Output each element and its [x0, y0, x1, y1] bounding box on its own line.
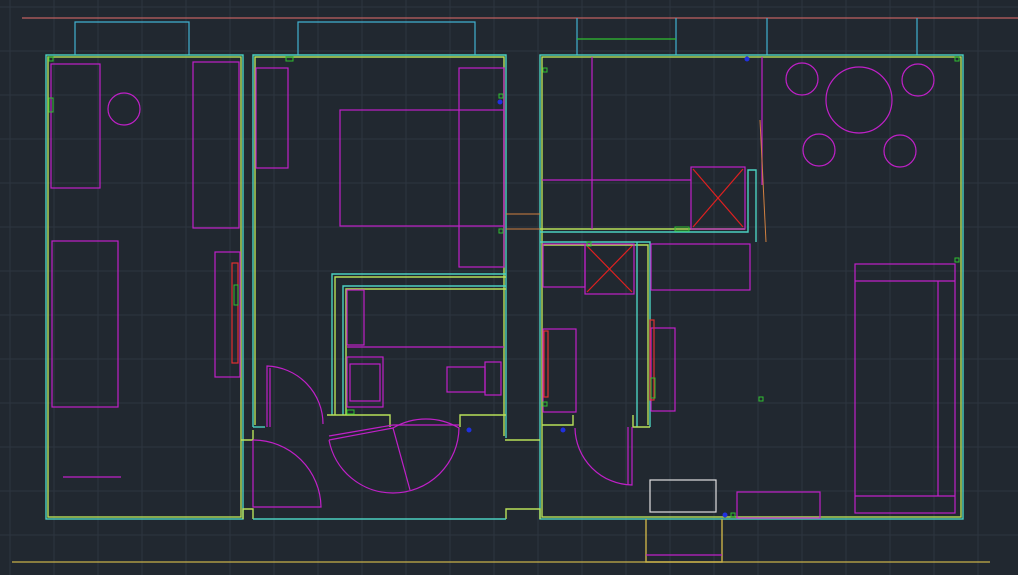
radiator-red-2 — [543, 330, 549, 398]
wall-kitchen — [540, 169, 757, 242]
wall-stub-3 — [542, 415, 574, 426]
cabinet-tall — [192, 61, 240, 229]
toilet-inner — [349, 363, 381, 402]
wall-right-block-inner — [541, 56, 962, 518]
duct-line-3 — [759, 119, 767, 243]
light-point-1 — [744, 56, 750, 62]
socket-11 — [233, 284, 239, 306]
cad-canvas[interactable] — [0, 0, 1018, 575]
sink-base — [446, 366, 486, 393]
wardrobe-left — [50, 63, 101, 189]
wall-bottom-link-3 — [242, 508, 254, 519]
radiator-red-1 — [231, 262, 239, 364]
door-room-1 — [252, 439, 322, 508]
wall-room-1 — [45, 54, 244, 520]
wardrobe-room-2 — [458, 67, 505, 268]
wall-bathroom-inner — [334, 276, 506, 415]
wall-bathroom-2 — [342, 285, 506, 415]
shelf-room-2 — [255, 67, 289, 169]
door-layer — [252, 365, 633, 508]
wall-corridor-inner — [542, 244, 649, 425]
double-bed — [339, 109, 505, 227]
dining-table — [825, 66, 893, 134]
door-room-2 — [266, 365, 324, 427]
sofa-outer — [854, 263, 956, 514]
tv-stand — [736, 491, 821, 519]
wall-stub-1 — [327, 414, 391, 427]
socket-13 — [346, 409, 355, 415]
window-layer — [74, 18, 918, 55]
light-point-5 — [722, 512, 728, 518]
closet-left — [542, 243, 586, 288]
furniture-layer — [50, 57, 956, 556]
guide-lines — [12, 17, 1018, 563]
wall-bathroom-2-inner — [345, 288, 506, 415]
wall-right-block — [539, 54, 964, 520]
double-door-hall — [328, 418, 460, 494]
socket-8 — [954, 257, 960, 263]
round-stool — [107, 92, 141, 126]
window-bay-1 — [74, 21, 190, 55]
wall-room-1-inner — [47, 56, 242, 518]
floor-plan-drawing[interactable] — [0, 0, 1018, 575]
light-point-2 — [497, 99, 503, 105]
bath-top-shelf — [346, 289, 365, 346]
chair-2 — [901, 63, 935, 97]
appliance-layer — [231, 168, 744, 401]
window-bay-2 — [297, 21, 476, 55]
grid-layer — [0, 0, 1018, 575]
door-corridor — [574, 427, 633, 486]
socket-5 — [498, 228, 504, 234]
socket-9 — [758, 396, 764, 402]
socket-6 — [542, 67, 548, 73]
light-point-4 — [560, 427, 566, 433]
chair-4 — [883, 134, 917, 168]
wall-bottom-link-4 — [505, 508, 541, 519]
light-point-3 — [466, 427, 472, 433]
bed-single — [51, 240, 119, 408]
closet-right — [650, 243, 751, 291]
shoe-rack — [649, 479, 717, 513]
sink-bowl — [484, 361, 502, 396]
wall-stub-2 — [459, 414, 506, 427]
